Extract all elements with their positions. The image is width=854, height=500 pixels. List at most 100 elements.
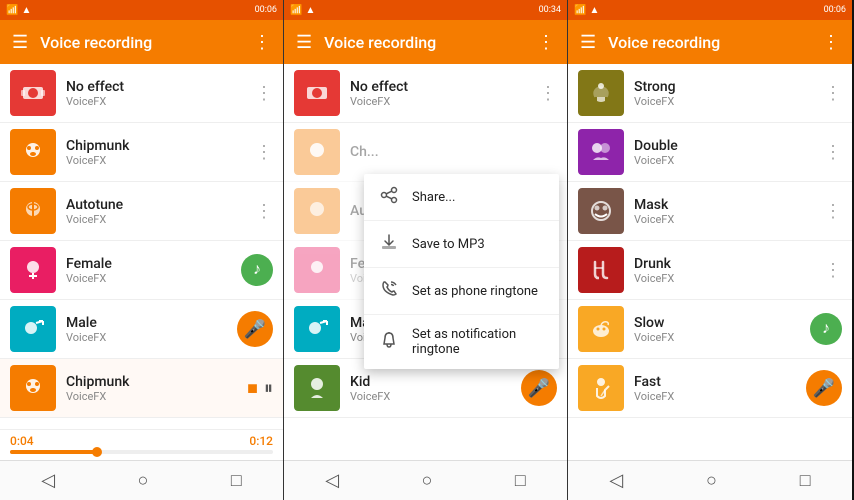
thumb-no-effect-1 xyxy=(10,70,56,116)
hamburger-menu-1[interactable]: ☰ xyxy=(12,32,28,53)
more-menu-2[interactable]: ⋮ xyxy=(537,32,555,53)
list-3: Strong VoiceFX ⋮ Double VoiceFX ⋮ Mask V… xyxy=(568,64,852,460)
item-info-strong-3: Strong VoiceFX xyxy=(634,79,824,108)
wifi-icon-2: ▲ xyxy=(305,5,315,16)
recents-btn-1[interactable]: □ xyxy=(231,470,242,491)
mic-male-1[interactable]: 🎤 xyxy=(237,311,273,347)
dropdown-save-label: Save to MP3 xyxy=(412,237,485,252)
thumb-drunk-3 xyxy=(578,247,624,293)
list-item-mask-3[interactable]: Mask VoiceFX ⋮ xyxy=(568,182,852,241)
item-title-no-effect-2: No effect xyxy=(350,79,539,95)
item-sub-strong-3: VoiceFX xyxy=(634,95,824,108)
status-icons-left-2: 📶 ▲ xyxy=(290,5,315,16)
play-slow-3[interactable]: ♪ xyxy=(810,313,842,345)
hamburger-menu-2[interactable]: ☰ xyxy=(296,32,312,53)
list-item-no-effect-1[interactable]: No effect VoiceFX ⋮ xyxy=(0,64,283,123)
stop-btn-1[interactable]: ■ xyxy=(247,378,258,399)
recording-bar-1: 0:04 0:12 xyxy=(0,429,283,460)
more-menu-1[interactable]: ⋮ xyxy=(253,32,271,53)
more-strong-3[interactable]: ⋮ xyxy=(824,83,842,104)
app-bar-1: ☰ Voice recording ⋮ xyxy=(0,20,283,64)
item-sub-no-effect-2: VoiceFX xyxy=(350,95,539,108)
list-item-strong-3[interactable]: Strong VoiceFX ⋮ xyxy=(568,64,852,123)
item-sub-male-1: VoiceFX xyxy=(66,331,231,344)
thumb-no-effect-2 xyxy=(294,70,340,116)
item-info-no-effect-1: No effect VoiceFX xyxy=(66,79,255,108)
more-double-3[interactable]: ⋮ xyxy=(824,142,842,163)
item-sub-female-1: VoiceFX xyxy=(66,272,235,285)
more-mask-3[interactable]: ⋮ xyxy=(824,201,842,222)
thumb-chipmunk-2 xyxy=(294,129,340,175)
list-item-female-1[interactable]: Female VoiceFX ♪ xyxy=(0,241,283,300)
more-menu-3[interactable]: ⋮ xyxy=(822,32,840,53)
dropdown-notification[interactable]: Set as notification ringtone xyxy=(364,315,559,369)
app-bar-2: ☰ Voice recording ⋮ xyxy=(284,20,567,64)
item-title-drunk-3: Drunk xyxy=(634,256,824,272)
home-btn-3[interactable]: ○ xyxy=(706,470,717,491)
phone-icon xyxy=(380,280,398,302)
more-autotune-1[interactable]: ⋮ xyxy=(255,201,273,222)
more-drunk-3[interactable]: ⋮ xyxy=(824,260,842,281)
progress-fill-1 xyxy=(10,450,97,454)
status-icons-left-3: 📶 ▲ xyxy=(574,5,599,16)
thumb-autotune-2 xyxy=(294,188,340,234)
list-item-male-1[interactable]: Male VoiceFX 🎤 xyxy=(0,300,283,359)
item-title-autotune-1: Autotune xyxy=(66,197,255,213)
item-title-slow-3: Slow xyxy=(634,315,804,331)
item-info-double-3: Double VoiceFX xyxy=(634,138,824,167)
item-title-chipmunk2-1: Chipmunk xyxy=(66,374,247,390)
list-item-no-effect-2[interactable]: No effect VoiceFX ⋮ xyxy=(284,64,567,123)
list-item-autotune-1[interactable]: Autotune VoiceFX ⋮ xyxy=(0,182,283,241)
home-btn-1[interactable]: ○ xyxy=(138,470,149,491)
dropdown-save[interactable]: Save to MP3 xyxy=(364,221,559,268)
item-sub-mask-3: VoiceFX xyxy=(634,213,824,226)
share-icon xyxy=(380,186,398,208)
play-female-1[interactable]: ♪ xyxy=(241,254,273,286)
list-1: No effect VoiceFX ⋮ Chipmunk VoiceFX ⋮ A… xyxy=(0,64,283,429)
home-btn-2[interactable]: ○ xyxy=(422,470,433,491)
dropdown-share[interactable]: Share... xyxy=(364,174,559,221)
signal-icon: 📶 xyxy=(6,5,18,16)
signal-icon-2: 📶 xyxy=(290,5,302,16)
item-info-female-1: Female VoiceFX xyxy=(66,256,235,285)
thumb-female-1 xyxy=(10,247,56,293)
more-chipmunk-1[interactable]: ⋮ xyxy=(255,142,273,163)
item-title-fast-3: Fast xyxy=(634,374,800,390)
app-title-2: Voice recording xyxy=(324,33,525,52)
more-no-effect-2[interactable]: ⋮ xyxy=(539,83,557,104)
item-info-slow-3: Slow VoiceFX xyxy=(634,315,804,344)
item-info-drunk-3: Drunk VoiceFX xyxy=(634,256,824,285)
list-item-double-3[interactable]: Double VoiceFX ⋮ xyxy=(568,123,852,182)
mic-kid-2[interactable]: 🎤 xyxy=(521,370,557,406)
list-item-slow-3[interactable]: Slow VoiceFX ♪ xyxy=(568,300,852,359)
recents-btn-2[interactable]: □ xyxy=(515,470,526,491)
thumb-male-1 xyxy=(10,306,56,352)
item-title-female-1: Female xyxy=(66,256,235,272)
list-item-chipmunk-1[interactable]: Chipmunk VoiceFX ⋮ xyxy=(0,123,283,182)
panel-1: 📶 ▲ 00:06 ☰ Voice recording ⋮ No effect … xyxy=(0,0,284,500)
dropdown-ringtone[interactable]: Set as phone ringtone xyxy=(364,268,559,315)
item-title-no-effect-1: No effect xyxy=(66,79,255,95)
save-icon xyxy=(380,233,398,255)
back-btn-3[interactable]: ◁ xyxy=(609,470,623,491)
back-btn-2[interactable]: ◁ xyxy=(325,470,339,491)
more-no-effect-1[interactable]: ⋮ xyxy=(255,83,273,104)
bottom-nav-3: ◁ ○ □ xyxy=(568,460,852,500)
list-item-drunk-3[interactable]: Drunk VoiceFX ⋮ xyxy=(568,241,852,300)
bottom-nav-2: ◁ ○ □ xyxy=(284,460,567,500)
back-btn-1[interactable]: ◁ xyxy=(41,470,55,491)
dropdown-notification-label: Set as notification ringtone xyxy=(412,327,543,357)
list-item-fast-3[interactable]: Fast VoiceFX 🎤 xyxy=(568,359,852,418)
pause-btn-1[interactable]: ⏸ xyxy=(264,378,273,399)
list-2: No effect VoiceFX ⋮ Ch... Au... xyxy=(284,64,567,460)
mic-fast-3[interactable]: 🎤 xyxy=(806,370,842,406)
item-title-double-3: Double xyxy=(634,138,824,154)
panel-2: 📶 ▲ 00:34 ☰ Voice recording ⋮ No effect … xyxy=(284,0,568,500)
item-sub-chipmunk-1: VoiceFX xyxy=(66,154,255,167)
thumb-male-2 xyxy=(294,306,340,352)
item-sub-slow-3: VoiceFX xyxy=(634,331,804,344)
recents-btn-3[interactable]: □ xyxy=(800,470,811,491)
list-item-chipmunk2-1[interactable]: Chipmunk VoiceFX ■ ⏸ xyxy=(0,359,283,418)
hamburger-menu-3[interactable]: ☰ xyxy=(580,32,596,53)
thumb-kid-2 xyxy=(294,365,340,411)
